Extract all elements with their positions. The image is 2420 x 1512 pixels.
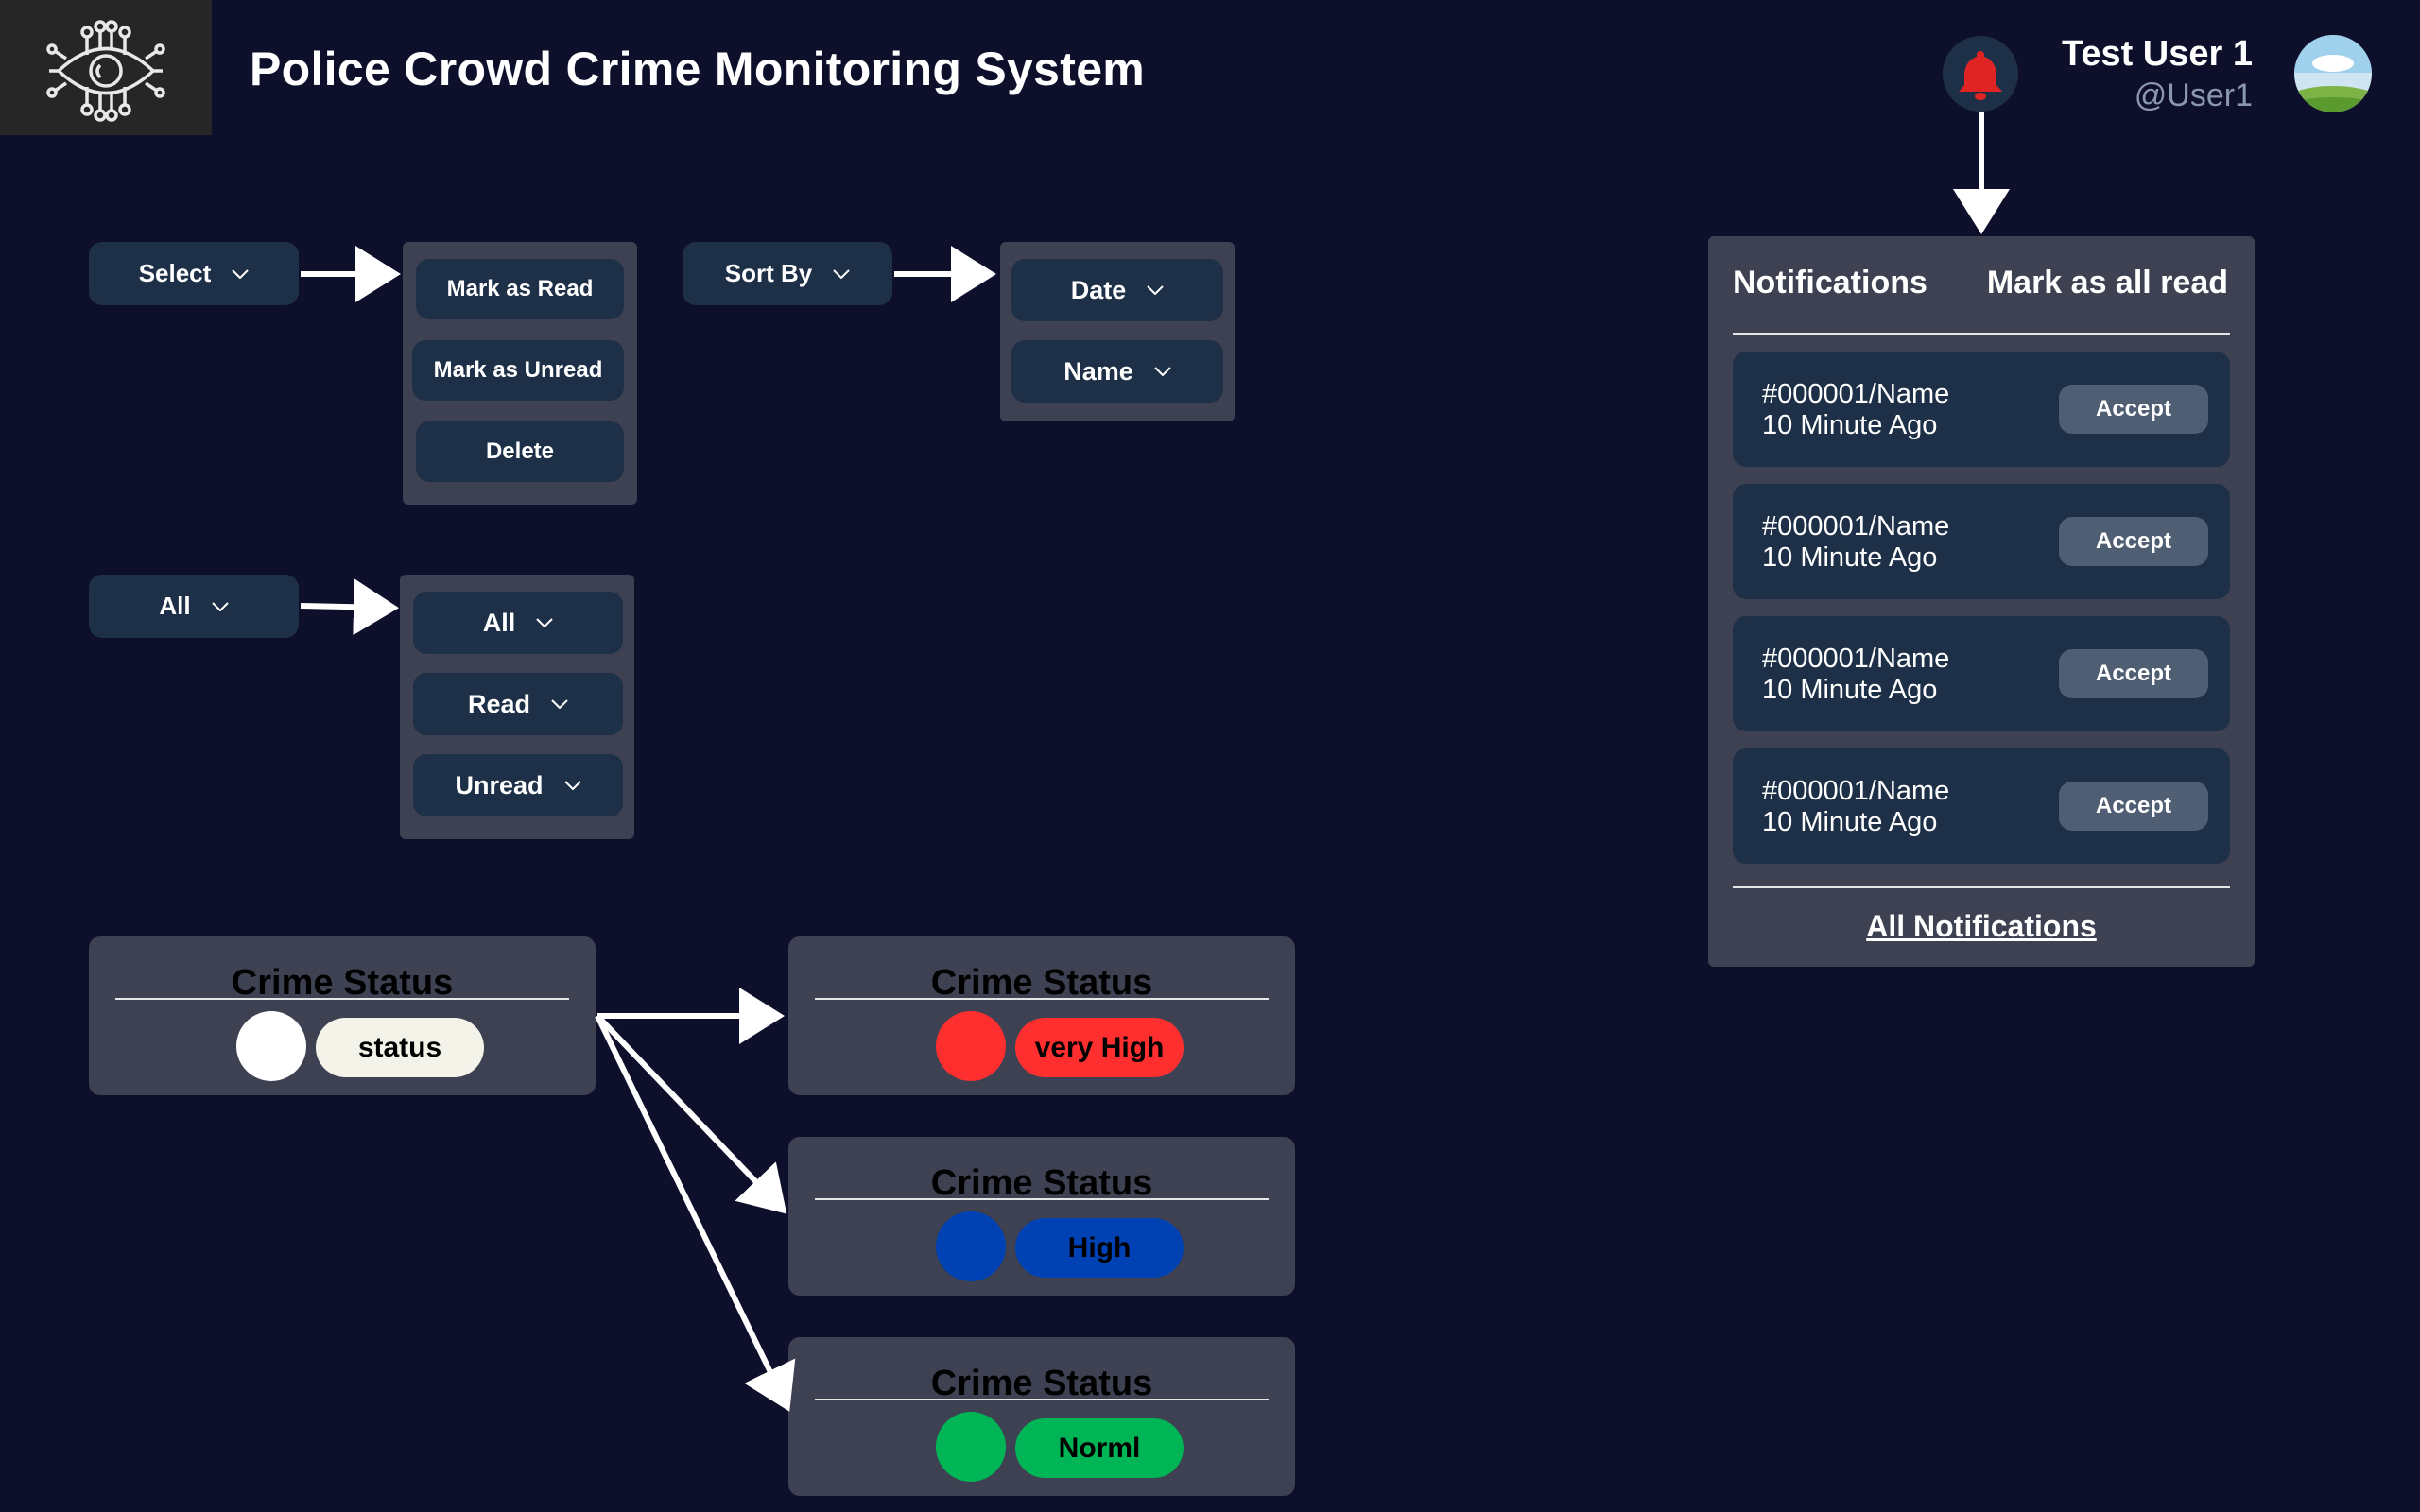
filter-option-read[interactable]: Read (413, 673, 623, 735)
divider (815, 998, 1269, 1000)
menu-item-label: Mark as Read (446, 276, 594, 301)
user-handle: @User1 (2134, 77, 2253, 113)
crime-status-card-high: Crime Status High (788, 1137, 1295, 1296)
accept-button[interactable]: Accept (2059, 649, 2208, 698)
notification-id: #000001/Name (1762, 776, 1950, 806)
arrow (595, 1013, 787, 1214)
sort-options-panel: Date Name (1000, 242, 1235, 421)
chevron-down-icon (833, 268, 850, 279)
notification-time: 10 Minute Ago (1762, 410, 1938, 440)
divider (115, 998, 569, 1000)
notification-time: 10 Minute Ago (1762, 542, 1938, 573)
sort-by-label: Sort By (724, 259, 813, 287)
status-dot (936, 1211, 1006, 1281)
user-name: Test User 1 (2061, 34, 2253, 74)
bell-icon (1959, 51, 2002, 100)
mark-as-unread-option[interactable]: Mark as Unread (412, 340, 624, 401)
notification-time: 10 Minute Ago (1762, 807, 1938, 837)
crime-status-card: Crime Status status (89, 936, 596, 1095)
menu-item-label: Unread (455, 770, 544, 799)
select-options-panel: Mark as Read Mark as Unread Delete (403, 242, 637, 505)
menu-item-label: Date (1070, 275, 1127, 304)
crime-status-card-very-high: Crime Status very High (788, 936, 1295, 1095)
notification-item[interactable]: #000001/Name 10 Minute Ago Accept (1733, 616, 2230, 731)
notification-item[interactable]: #000001/Name 10 Minute Ago Accept (1733, 352, 2230, 467)
menu-item-label: Mark as Unread (433, 357, 603, 383)
notification-time: 10 Minute Ago (1762, 675, 1938, 705)
chevron-down-icon (232, 268, 250, 279)
menu-item-label: All (482, 608, 516, 637)
mark-as-read-option[interactable]: Mark as Read (416, 259, 624, 319)
filter-dropdown-label: All (159, 592, 191, 620)
sort-option-date[interactable]: Date (1011, 259, 1223, 321)
arrow (300, 578, 399, 636)
divider (1733, 333, 2230, 335)
divider (815, 1198, 1269, 1200)
eye-circuit-icon (46, 20, 165, 122)
accept-button[interactable]: Accept (2059, 517, 2208, 566)
notifications-panel: Notifications Mark as all read #000001/N… (1708, 236, 2255, 967)
crime-status-card-normal: Crime Status Norml (788, 1337, 1295, 1496)
status-dot (936, 1011, 1006, 1081)
arrow (595, 1014, 796, 1412)
filter-option-all[interactable]: All (413, 592, 623, 654)
status-badge: very High (1015, 1018, 1184, 1077)
filter-options-panel: All Read Unread (400, 575, 634, 839)
accept-button[interactable]: Accept (2059, 782, 2208, 831)
divider (1733, 886, 2230, 888)
all-notifications-link[interactable]: All Notifications (1708, 909, 2255, 944)
select-dropdown[interactable]: Select (89, 242, 299, 305)
logo-box (0, 0, 212, 135)
chevron-down-icon (1147, 285, 1164, 295)
page-title: Police Crowd Crime Monitoring System (250, 43, 1146, 95)
chevron-down-icon (536, 618, 553, 627)
chevron-down-icon (563, 781, 581, 790)
sort-option-name[interactable]: Name (1011, 340, 1223, 403)
notification-item[interactable]: #000001/Name 10 Minute Ago Accept (1733, 484, 2230, 599)
status-dot (236, 1011, 306, 1081)
chevron-down-icon (211, 601, 229, 611)
filter-option-unread[interactable]: Unread (413, 754, 623, 816)
chevron-down-icon (551, 699, 568, 709)
menu-item-label: Delete (485, 438, 555, 464)
mark-all-read-link[interactable]: Mark as all read (1987, 265, 2228, 301)
notification-bell-button[interactable] (1943, 36, 2018, 112)
status-badge: Norml (1015, 1418, 1184, 1478)
status-dot (936, 1412, 1006, 1482)
notification-id: #000001/Name (1762, 511, 1950, 541)
menu-item-label: Name (1063, 356, 1133, 386)
notification-id: #000001/Name (1762, 644, 1950, 674)
accept-button[interactable]: Accept (2059, 385, 2208, 434)
sort-by-dropdown[interactable]: Sort By (683, 242, 892, 305)
select-dropdown-label: Select (138, 259, 212, 287)
avatar[interactable] (2294, 35, 2372, 112)
notifications-title: Notifications (1733, 265, 1927, 301)
delete-option[interactable]: Delete (416, 421, 624, 482)
menu-item-label: Read (467, 689, 531, 718)
notification-id: #000001/Name (1762, 379, 1950, 409)
notification-item[interactable]: #000001/Name 10 Minute Ago Accept (1733, 748, 2230, 864)
filter-dropdown[interactable]: All (89, 575, 299, 638)
avatar-image (2294, 35, 2372, 112)
status-badge: High (1015, 1218, 1184, 1278)
chevron-down-icon (1154, 367, 1171, 376)
divider (815, 1399, 1269, 1400)
status-badge: status (316, 1018, 484, 1077)
